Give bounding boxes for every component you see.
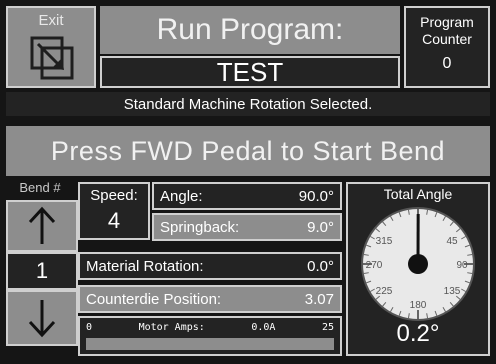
instruction-banner: Press FWD Pedal to Start Bend bbox=[6, 126, 490, 176]
dial-label-45: 45 bbox=[446, 236, 458, 247]
motor-amps-min: 0 bbox=[86, 322, 93, 333]
material-rotation-value: 0.0° bbox=[307, 257, 334, 275]
program-counter-label-1: Program bbox=[420, 14, 474, 30]
program-counter-value: 0 bbox=[442, 55, 452, 72]
bend-up-button[interactable] bbox=[6, 200, 78, 252]
speed-value: 4 bbox=[107, 208, 121, 233]
material-rotation-field[interactable]: Material Rotation: 0.0° bbox=[78, 252, 342, 280]
angle-value: 90.0° bbox=[298, 187, 334, 205]
bend-down-button[interactable] bbox=[6, 290, 78, 346]
exit-label: Exit bbox=[38, 12, 64, 29]
bend-column: Bend # 1 bbox=[6, 180, 78, 356]
total-angle-label: Total Angle bbox=[383, 186, 453, 202]
material-rotation-label: Material Rotation: bbox=[86, 257, 204, 275]
arrow-down-icon bbox=[28, 300, 56, 338]
counterdie-position-field[interactable]: Counterdie Position: 3.07 bbox=[78, 285, 342, 313]
total-angle-value: 0.2° bbox=[396, 320, 440, 347]
status-banner: Standard Machine Rotation Selected. bbox=[6, 92, 490, 116]
dial-label-90: 90 bbox=[456, 260, 468, 271]
angle-field[interactable]: Angle: 90.0° bbox=[152, 182, 342, 210]
program-name: TEST bbox=[100, 56, 400, 88]
bend-number: 1 bbox=[6, 252, 78, 290]
motor-amps-bar bbox=[86, 338, 334, 350]
motor-amps-label: Motor Amps: bbox=[138, 322, 205, 333]
total-angle-dial: 315 45 270 90 225 135 180 bbox=[361, 207, 475, 321]
counterdie-position-value: 3.07 bbox=[304, 290, 334, 308]
program-counter: Program Counter 0 bbox=[404, 6, 490, 88]
total-angle-panel: Total Angle 315 45 270 90 225 135 180 0.… bbox=[346, 182, 490, 356]
springback-value: 9.0° bbox=[307, 218, 334, 236]
dial-hub bbox=[408, 254, 428, 274]
exit-button[interactable]: Exit bbox=[6, 6, 96, 88]
speed-box[interactable]: Speed: 4 bbox=[78, 182, 150, 240]
arrow-up-icon bbox=[28, 206, 56, 244]
bend-label: Bend # bbox=[19, 180, 61, 195]
exit-icon bbox=[30, 36, 74, 80]
dial-label-225: 225 bbox=[376, 286, 393, 297]
motor-amps-panel: 0 Motor Amps: 0.0A 25 bbox=[78, 316, 342, 356]
dial-label-270: 270 bbox=[366, 260, 383, 271]
run-program-title: Run Program: bbox=[100, 6, 400, 54]
dial-label-135: 135 bbox=[444, 286, 461, 297]
counterdie-position-label: Counterdie Position: bbox=[86, 290, 222, 308]
speed-label: Speed: bbox=[90, 187, 138, 204]
springback-field[interactable]: Springback: 9.0° bbox=[152, 213, 342, 241]
program-counter-label-2: Counter bbox=[422, 31, 472, 47]
motor-amps-max: 25 bbox=[321, 322, 334, 333]
dial-label-315: 315 bbox=[376, 236, 393, 247]
dial-label-180: 180 bbox=[410, 300, 427, 311]
motor-amps-value: 0.0A bbox=[251, 322, 276, 333]
